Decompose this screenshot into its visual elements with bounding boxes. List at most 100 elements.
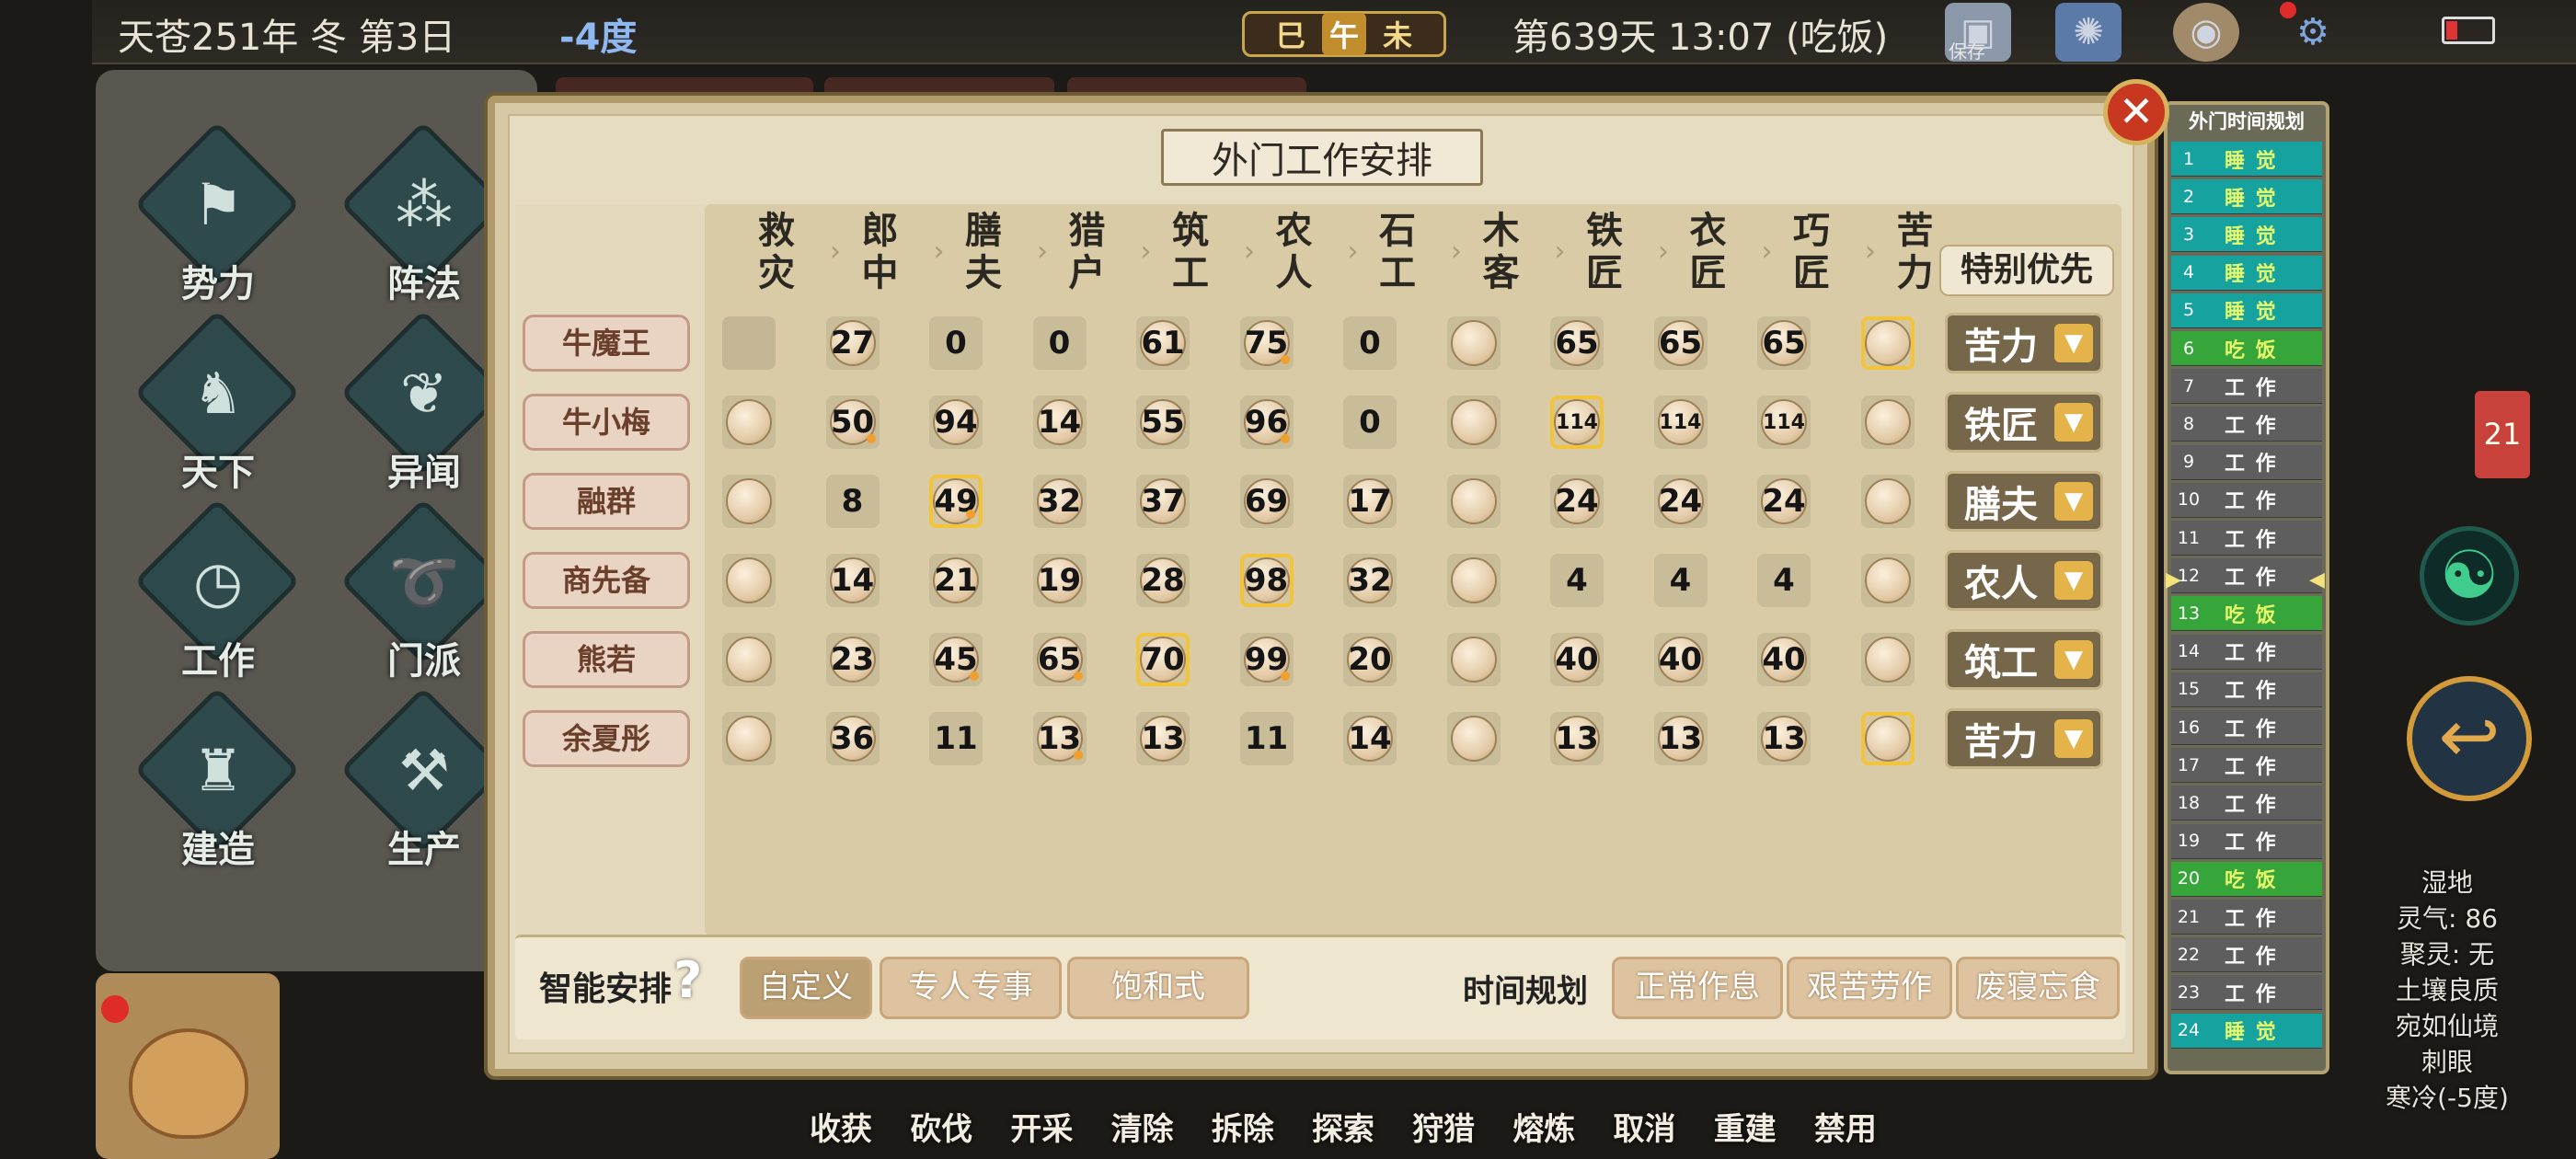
job-cell[interactable]: 20 — [1343, 633, 1397, 686]
yinyang-button[interactable]: ☯ — [2420, 526, 2519, 625]
schedule-hour-17[interactable]: 17 工 作 — [2171, 748, 2322, 784]
job-cell[interactable] — [1860, 475, 1915, 528]
priority-select[interactable]: 筑工 ▼ — [1945, 629, 2103, 690]
schedule-hour-14[interactable]: 14 工 作 — [2171, 634, 2322, 670]
toolbar-item-2[interactable]: 开采 — [1010, 1104, 1073, 1159]
job-cell[interactable]: 19 — [1032, 554, 1087, 607]
schedule-hour-2[interactable]: 2 睡 觉 — [2171, 179, 2322, 215]
job-cell[interactable] — [1860, 554, 1915, 607]
menu-item-4[interactable]: ◷ 工作 — [121, 495, 305, 683]
job-column-header[interactable]: 衣匠 — [1681, 210, 1736, 294]
job-cell[interactable] — [722, 475, 776, 528]
job-cell[interactable]: 49 — [929, 475, 983, 528]
priority-select[interactable]: 苦力 ▼ — [1945, 708, 2103, 769]
disciple-name-button[interactable]: 牛小梅 — [523, 394, 690, 451]
schedule-hour-19[interactable]: 19 工 作 — [2171, 823, 2322, 859]
job-cell[interactable]: 37 — [1136, 475, 1190, 528]
job-cell[interactable] — [722, 396, 776, 449]
job-cell[interactable] — [722, 554, 776, 607]
job-cell[interactable]: 13 — [1550, 712, 1604, 765]
toolbar-item-10[interactable]: 禁用 — [1814, 1104, 1877, 1159]
job-cell[interactable]: 17 — [1343, 475, 1397, 528]
time-tireless-button[interactable]: 废寝忘食 — [1956, 957, 2120, 1019]
disciple-name-button[interactable]: 牛魔王 — [523, 315, 690, 372]
toolbar-item-4[interactable]: 拆除 — [1212, 1104, 1274, 1159]
job-cell[interactable]: 65 — [1653, 316, 1708, 370]
job-cell[interactable]: 98 — [1239, 554, 1294, 607]
schedule-hour-16[interactable]: 16 工 作 — [2171, 710, 2322, 745]
schedule-hour-21[interactable]: 21 工 作 — [2171, 900, 2322, 935]
menu-item-3[interactable]: ❦ 异闻 — [328, 306, 512, 494]
priority-select[interactable]: 铁匠 ▼ — [1945, 392, 2103, 453]
job-cell[interactable]: 50 — [825, 396, 880, 449]
schedule-hour-13[interactable]: 13 吃 饭 — [2171, 596, 2322, 632]
job-cell[interactable]: 14 — [825, 554, 880, 607]
job-cell[interactable]: 27 — [825, 316, 880, 370]
priority-select[interactable]: 苦力 ▼ — [1945, 313, 2103, 373]
job-column-header[interactable]: 救灾 — [749, 210, 804, 294]
menu-item-1[interactable]: ⁂ 阵法 — [328, 118, 512, 305]
schedule-hour-4[interactable]: 4 睡 觉 — [2171, 255, 2322, 291]
job-column-header[interactable]: 猎户 — [1060, 210, 1115, 294]
toolbar-item-7[interactable]: 熔炼 — [1512, 1104, 1575, 1159]
job-cell[interactable]: 114 — [1653, 396, 1708, 449]
job-cell[interactable] — [1446, 396, 1501, 449]
job-cell[interactable] — [1860, 316, 1915, 370]
job-column-header[interactable]: 筑工 — [1163, 210, 1218, 294]
job-cell[interactable]: 14 — [1343, 712, 1397, 765]
job-cell[interactable]: 70 — [1136, 633, 1190, 686]
toolbar-item-9[interactable]: 重建 — [1714, 1104, 1777, 1159]
job-cell[interactable]: 4 — [1757, 554, 1811, 607]
schedule-hour-22[interactable]: 22 工 作 — [2171, 937, 2322, 973]
job-cell[interactable]: 69 — [1239, 475, 1294, 528]
toolbar-item-0[interactable]: 收获 — [810, 1104, 872, 1159]
disciple-name-button[interactable]: 融群 — [523, 473, 690, 530]
job-cell[interactable] — [1446, 316, 1501, 370]
job-cell[interactable]: 99 — [1239, 633, 1294, 686]
schedule-hour-1[interactable]: 1 睡 觉 — [2171, 142, 2322, 177]
job-cell[interactable] — [1860, 712, 1915, 765]
job-cell[interactable]: 28 — [1136, 554, 1190, 607]
schedule-hour-20[interactable]: 20 吃 饭 — [2171, 861, 2322, 897]
job-cell[interactable] — [1860, 633, 1915, 686]
job-cell[interactable]: 14 — [1032, 396, 1087, 449]
menu-item-7[interactable]: ⚒ 生产 — [328, 683, 512, 871]
priority-select[interactable]: 膳夫 ▼ — [1945, 471, 2103, 532]
mode-saturated-button[interactable]: 饱和式 — [1067, 957, 1249, 1019]
job-cell[interactable]: 4 — [1550, 554, 1604, 607]
job-column-header[interactable]: 郎中 — [853, 210, 908, 294]
job-cell[interactable]: 94 — [929, 396, 983, 449]
schedule-hour-10[interactable]: 10 工 作 — [2171, 482, 2322, 518]
toolbar-item-5[interactable]: 探索 — [1312, 1104, 1374, 1159]
job-cell[interactable] — [1446, 554, 1501, 607]
job-column-header[interactable]: 铁匠 — [1577, 210, 1632, 294]
job-cell[interactable]: 65 — [1032, 633, 1087, 686]
job-cell[interactable]: 21 — [929, 554, 983, 607]
job-cell[interactable]: 40 — [1757, 633, 1811, 686]
job-column-header[interactable]: 农人 — [1267, 210, 1322, 294]
help-icon[interactable]: ? — [673, 951, 702, 1009]
back-button[interactable]: ↩ — [2407, 676, 2532, 801]
toolbar-item-6[interactable]: 狩猎 — [1412, 1104, 1475, 1159]
job-cell[interactable]: 13 — [1136, 712, 1190, 765]
menu-item-0[interactable]: ⚑ 势力 — [121, 118, 305, 305]
job-cell[interactable]: 4 — [1653, 554, 1708, 607]
job-cell[interactable]: 24 — [1757, 475, 1811, 528]
disciple-name-button[interactable]: 熊若 — [523, 631, 690, 688]
job-cell[interactable]: 45 — [929, 633, 983, 686]
job-cell[interactable] — [1446, 712, 1501, 765]
job-cell[interactable]: 65 — [1550, 316, 1604, 370]
job-cell[interactable] — [722, 316, 776, 370]
disciple-name-button[interactable]: 商先备 — [523, 552, 690, 609]
job-cell[interactable] — [722, 633, 776, 686]
menu-item-2[interactable]: ♞ 天下 — [121, 306, 305, 494]
job-cell[interactable]: 24 — [1550, 475, 1604, 528]
schedule-hour-6[interactable]: 6 吃 饭 — [2171, 331, 2322, 366]
job-column-header[interactable]: 膳夫 — [956, 210, 1011, 294]
schedule-hour-11[interactable]: 11 工 作 — [2171, 521, 2322, 556]
job-cell[interactable]: 40 — [1550, 633, 1604, 686]
swirl-menu-button[interactable]: ✺ — [2055, 3, 2122, 62]
close-button[interactable]: ✕ — [2103, 79, 2169, 145]
schedule-hour-15[interactable]: 15 工 作 — [2171, 671, 2322, 707]
toolbar-item-3[interactable]: 清除 — [1111, 1104, 1174, 1159]
